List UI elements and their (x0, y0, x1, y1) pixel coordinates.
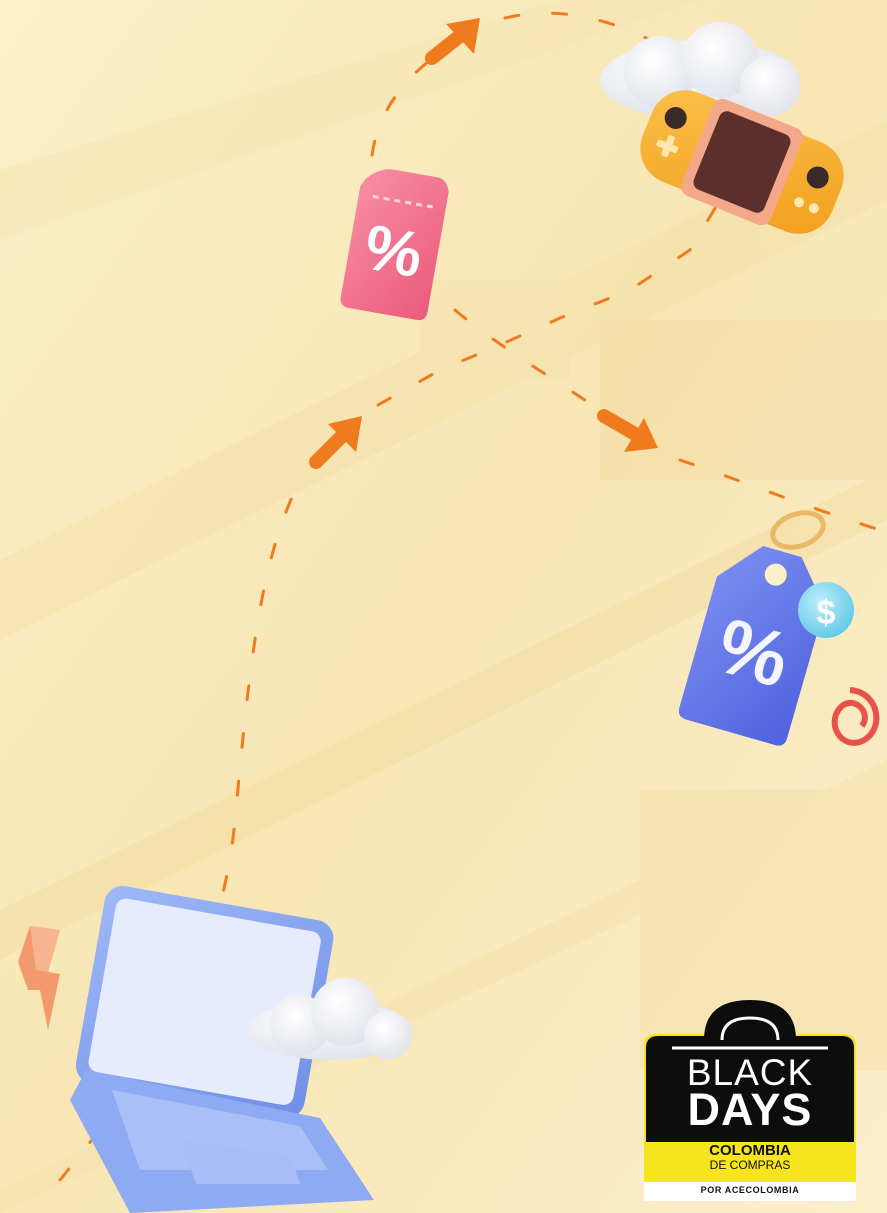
svg-text:$: $ (817, 594, 836, 632)
promo-canvas: % % $ BLACK DAYS COLOMBIA DE COMPRAS POR… (0, 0, 887, 1213)
badge-sponsor: POR ACECOLOMBIA (700, 1185, 800, 1195)
badge-subtitle-colombia: COLOMBIA (709, 1142, 791, 1159)
badge-title-days: DAYS (687, 1084, 813, 1135)
badge-subtitle-compras: DE COMPRAS (709, 1158, 791, 1172)
black-days-badge: BLACK DAYS COLOMBIA DE COMPRAS POR ACECO… (638, 996, 862, 1201)
